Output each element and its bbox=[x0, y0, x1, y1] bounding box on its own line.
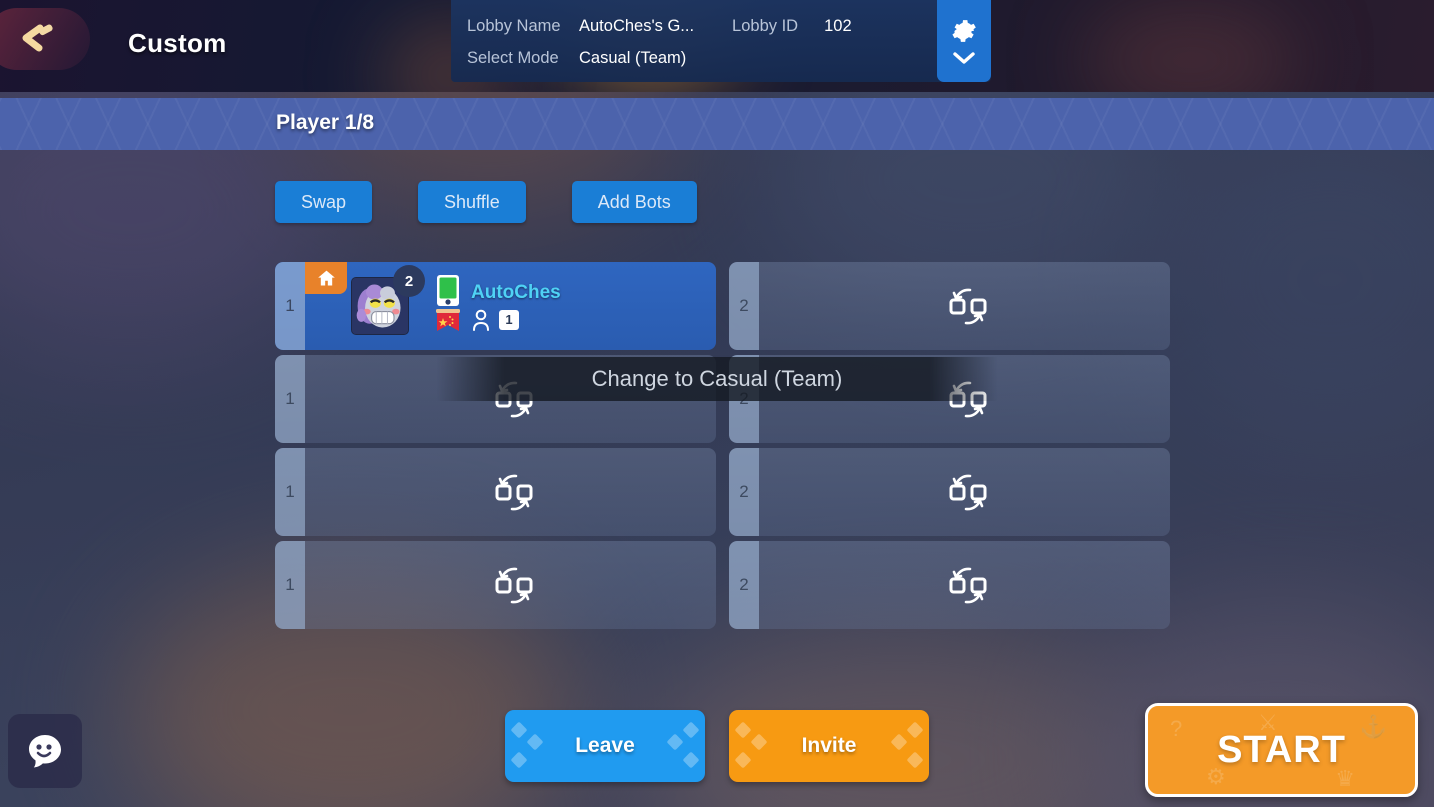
team-number-label: 2 bbox=[729, 262, 759, 350]
back-arrow-icon bbox=[22, 24, 53, 52]
settings-button[interactable] bbox=[937, 0, 991, 82]
team-number-label: 1 bbox=[275, 541, 305, 629]
team-number-label: 2 bbox=[729, 541, 759, 629]
slot-row: 1 2 bbox=[275, 448, 1170, 536]
player-slot-body: 2 AutoChes 1 bbox=[305, 262, 716, 350]
swap-placeholder bbox=[759, 471, 1170, 513]
leave-button[interactable]: Leave bbox=[505, 710, 705, 782]
host-badge bbox=[305, 262, 347, 294]
person-icon bbox=[473, 309, 489, 331]
level-badge: 2 bbox=[393, 265, 425, 297]
player-badges bbox=[435, 274, 461, 339]
button-ornament bbox=[653, 710, 705, 782]
team-number-label: 1 bbox=[275, 448, 305, 536]
player-slot-body bbox=[759, 448, 1170, 536]
invite-button[interactable]: Invite bbox=[729, 710, 929, 782]
start-decoration: ⚓ bbox=[1359, 714, 1387, 739]
topbar-glow bbox=[1080, 0, 1300, 92]
top-bar: Custom Lobby Name AutoChes's G... Lobby … bbox=[0, 0, 1434, 92]
player-slot-grid: 1 2 AutoChes 1 2 1 1 2 1 2 bbox=[275, 262, 1170, 634]
banner-chevron-pattern bbox=[0, 98, 1434, 150]
swap-slot-icon bbox=[949, 288, 987, 325]
add-bots-button[interactable]: Add Bots bbox=[571, 181, 697, 223]
chat-bubble-icon bbox=[29, 735, 61, 768]
player-slot-empty[interactable]: 1 bbox=[275, 448, 716, 536]
chat-button[interactable] bbox=[8, 714, 82, 788]
team-number-label: 2 bbox=[729, 448, 759, 536]
gear-icon bbox=[952, 19, 976, 42]
lobby-name-label: Lobby Name bbox=[467, 16, 561, 35]
lobby-info-panel: Lobby Name AutoChes's G... Lobby ID 102 … bbox=[451, 0, 991, 82]
slot-row: 1 2 bbox=[275, 541, 1170, 629]
player-slot-body bbox=[305, 541, 716, 629]
team-number-label: 1 bbox=[275, 355, 305, 443]
start-button[interactable]: ? ⚔ ⚓ ⚙ ♛ START bbox=[1145, 703, 1418, 797]
player-name: AutoChes bbox=[471, 281, 561, 303]
swap-slot-icon bbox=[495, 567, 533, 604]
player-slot-empty[interactable]: 2 bbox=[729, 448, 1170, 536]
lobby-id-label: Lobby ID bbox=[732, 16, 799, 35]
button-ornament bbox=[877, 710, 929, 782]
lobby-name-row: Lobby Name AutoChes's G... Lobby ID 102 bbox=[467, 10, 937, 42]
invite-button-label: Invite bbox=[801, 734, 857, 757]
select-mode-label: Select Mode bbox=[467, 48, 559, 67]
swap-slot-icon bbox=[949, 474, 987, 511]
button-ornament bbox=[505, 710, 557, 782]
swap-placeholder bbox=[759, 285, 1170, 327]
toast-message: Change to Casual (Team) bbox=[591, 366, 843, 391]
player-rank-row: 1 bbox=[471, 309, 561, 331]
swap-slot-icon bbox=[495, 474, 533, 511]
swap-slot-icon bbox=[949, 567, 987, 604]
player-count-label: Player 1/8 bbox=[276, 111, 375, 134]
start-decoration: ? bbox=[1170, 716, 1183, 741]
player-slot-empty[interactable]: 2 bbox=[729, 541, 1170, 629]
player-slot-empty[interactable]: 1 bbox=[275, 541, 716, 629]
slot-row: 1 2 AutoChes 1 2 bbox=[275, 262, 1170, 350]
leave-button-label: Leave bbox=[575, 734, 635, 757]
china-flag-icon bbox=[436, 308, 460, 331]
player-name-column: AutoChes 1 bbox=[471, 282, 561, 331]
player-slot-body bbox=[759, 541, 1170, 629]
mobile-phone-icon bbox=[437, 274, 459, 306]
select-mode-row[interactable]: Select Mode Casual (Team) bbox=[467, 42, 937, 74]
swap-placeholder bbox=[305, 471, 716, 513]
player-slot-body bbox=[305, 448, 716, 536]
chevron-down-icon bbox=[953, 51, 975, 64]
lobby-name-value: AutoChes's G... bbox=[579, 16, 695, 35]
swap-placeholder bbox=[759, 564, 1170, 606]
player-count-banner: Player 1/8 bbox=[0, 98, 1434, 150]
player-slot-empty[interactable]: 2 bbox=[729, 262, 1170, 350]
toast-notification: Change to Casual (Team) bbox=[437, 357, 997, 401]
back-button[interactable] bbox=[0, 8, 90, 70]
player-slot-body bbox=[759, 262, 1170, 350]
home-icon bbox=[317, 270, 335, 285]
swap-button[interactable]: Swap bbox=[275, 181, 373, 223]
player-info: AutoChes 1 bbox=[435, 274, 561, 339]
select-mode-value: Casual (Team) bbox=[579, 48, 687, 67]
start-button-label: START bbox=[1217, 728, 1346, 771]
page-title: Custom bbox=[128, 28, 227, 58]
rank-badge: 1 bbox=[499, 309, 519, 330]
lobby-fields: Lobby Name AutoChes's G... Lobby ID 102 … bbox=[451, 0, 937, 82]
team-number-label: 1 bbox=[275, 262, 305, 350]
avatar-wrap: 2 bbox=[351, 265, 425, 335]
lobby-action-buttons: Swap Shuffle Add Bots bbox=[275, 181, 697, 223]
button-ornament bbox=[729, 710, 781, 782]
shuffle-button[interactable]: Shuffle bbox=[418, 181, 526, 223]
lobby-id-value: 102 bbox=[824, 16, 852, 35]
swap-placeholder bbox=[305, 564, 716, 606]
player-slot-occupied[interactable]: 1 2 AutoChes 1 bbox=[275, 262, 716, 350]
